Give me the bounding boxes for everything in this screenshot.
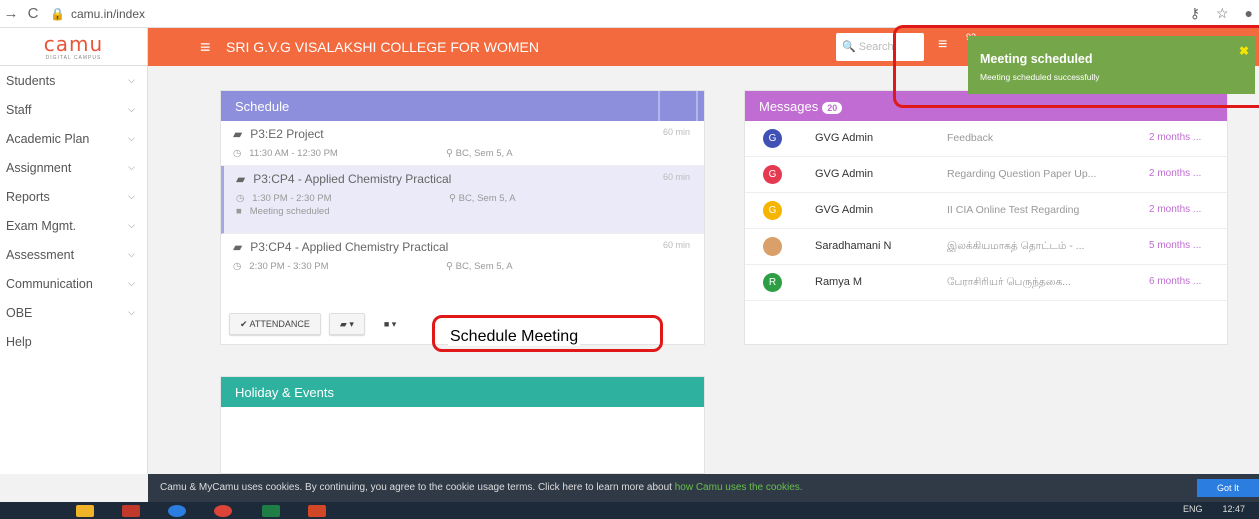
message-row[interactable]: G GVG Admin Regarding Question Paper Up.… [745,157,1227,193]
clock-icon: ◷ [233,148,242,159]
browser-toolbar: → C 🔒 camu.in/index ⚷ ☆ ● [0,0,1259,28]
cookie-link[interactable]: how Camu uses the cookies. [675,482,803,493]
chevron-down-icon: ⌵ [128,220,135,230]
powerpoint-icon[interactable] [308,505,326,517]
chevron-down-icon: ⌵ [128,191,135,201]
camu-logo[interactable]: camu DIGITAL CAMPUS [0,28,148,66]
chevron-down-icon: ⌵ [128,249,135,259]
book-dropdown-button[interactable]: ▰ ▾ [328,313,365,335]
sidebar: Students ⌵ Staff ⌵ Academic Plan ⌵ Assignme… [0,66,148,474]
reload-icon[interactable]: C [22,5,44,22]
lock-icon: 🔒 [50,6,65,21]
messages-count-badge: 20 [822,102,843,114]
message-row[interactable]: G GVG Admin Feedback 2 months ... [745,121,1227,157]
sidebar-item-obe[interactable]: OBE ⌵ [0,298,147,327]
sidebar-item-staff[interactable]: Staff ⌵ [0,95,147,124]
location-icon: ⚲ [449,193,459,204]
book-icon: ▰ [233,127,243,141]
toast-highlight-box [893,25,1259,108]
sidebar-item-academic-plan[interactable]: Academic Plan ⌵ [0,124,147,153]
video-icon: ■ [236,206,242,217]
location-icon: ⚲ [446,148,456,159]
chevron-down-icon: ⌵ [128,133,135,143]
sidebar-item-communication[interactable]: Communication ⌵ [0,269,147,298]
college-title: SRI G.V.G VISALAKSHI COLLEGE FOR WOMEN [226,39,540,55]
book-icon: ▰ [233,240,243,254]
video-dropdown-button[interactable]: ■ ▾ [372,313,408,335]
schedule-item[interactable]: ▰ P3:E2 Project 60 min ◷ 11:30 AM - 12:30 … [221,121,704,166]
browser-icon[interactable] [168,505,186,517]
profile-icon[interactable]: ● [1245,5,1253,22]
chevron-down-icon: ⌵ [128,75,135,85]
schedule-item[interactable]: ▰ P3:CP4 - Applied Chemistry Practical 60… [221,234,704,279]
message-row[interactable]: G GVG Admin II CIA Online Test Regarding… [745,193,1227,229]
book-icon: ▰ [236,172,246,186]
clock-icon: ◷ [236,193,245,204]
cookie-banner: Camu & MyCamu uses cookies. By continuin… [148,474,1259,502]
chrome-icon[interactable] [214,505,232,517]
address-bar[interactable]: 🔒 camu.in/index [50,7,145,21]
app-icon[interactable] [122,505,140,517]
holiday-events-card: Holiday & Events [220,376,705,474]
clock-icon: ◷ [233,261,242,272]
schedule-meeting-label: Schedule Meeting [448,328,581,346]
sidebar-item-assignment[interactable]: Assignment ⌵ [0,153,147,182]
got-it-button[interactable]: Got It [1197,479,1259,497]
book-icon: ▰ [339,319,350,329]
url-text: camu.in/index [70,6,145,21]
avatar: G [763,129,782,148]
holiday-events-header: Holiday & Events [221,377,704,407]
schedule-card: Schedule ▰ P3:E2 Project 60 min ◷ 11:30 AM… [220,90,705,345]
windows-taskbar: ENG 12:47 [0,502,1259,519]
avatar [763,237,782,256]
chevron-down-icon: ⌵ [128,307,135,317]
search-icon: 🔍 [842,41,856,53]
language-indicator[interactable]: ENG [1183,504,1203,514]
avatar: R [763,273,782,292]
location-icon: ⚲ [446,261,456,272]
chevron-down-icon: ⌵ [128,162,135,172]
message-row[interactable]: Saradhamani N இலக்கியமாகத் தொட்டம் - ...… [745,229,1227,265]
chevron-down-icon: ⌵ [128,278,135,288]
avatar: G [763,201,782,220]
sidebar-item-students[interactable]: Students ⌵ [0,66,147,95]
schedule-item[interactable]: ▰ P3:CP4 - Applied Chemistry Practical 60… [221,166,704,234]
star-icon[interactable]: ☆ [1216,5,1229,22]
messages-card: Messages 20 G GVG Admin Feedback 2 months… [744,90,1228,345]
calendar-icon [658,91,698,121]
sidebar-item-exam-mgmt[interactable]: Exam Mgmt. ⌵ [0,211,147,240]
back-arrow-icon[interactable]: → [0,5,22,22]
file-explorer-icon[interactable] [76,505,94,517]
sidebar-item-assessment[interactable]: Assessment ⌵ [0,240,147,269]
sidebar-item-reports[interactable]: Reports ⌵ [0,182,147,211]
schedule-header: Schedule [221,91,704,121]
sidebar-item-help[interactable]: Help [0,327,147,356]
video-icon: ■ [383,319,392,329]
message-row[interactable]: R Ramya M பேராசிரியர் பெருந்தகை... 6 mon… [745,265,1227,301]
clock[interactable]: 12:47 [1222,504,1245,514]
avatar: G [763,165,782,184]
attendance-button[interactable]: ✔ ATTENDANCE [229,313,321,335]
excel-icon[interactable] [262,505,280,517]
key-icon[interactable]: ⚷ [1190,5,1200,22]
chevron-down-icon: ⌵ [128,104,135,114]
